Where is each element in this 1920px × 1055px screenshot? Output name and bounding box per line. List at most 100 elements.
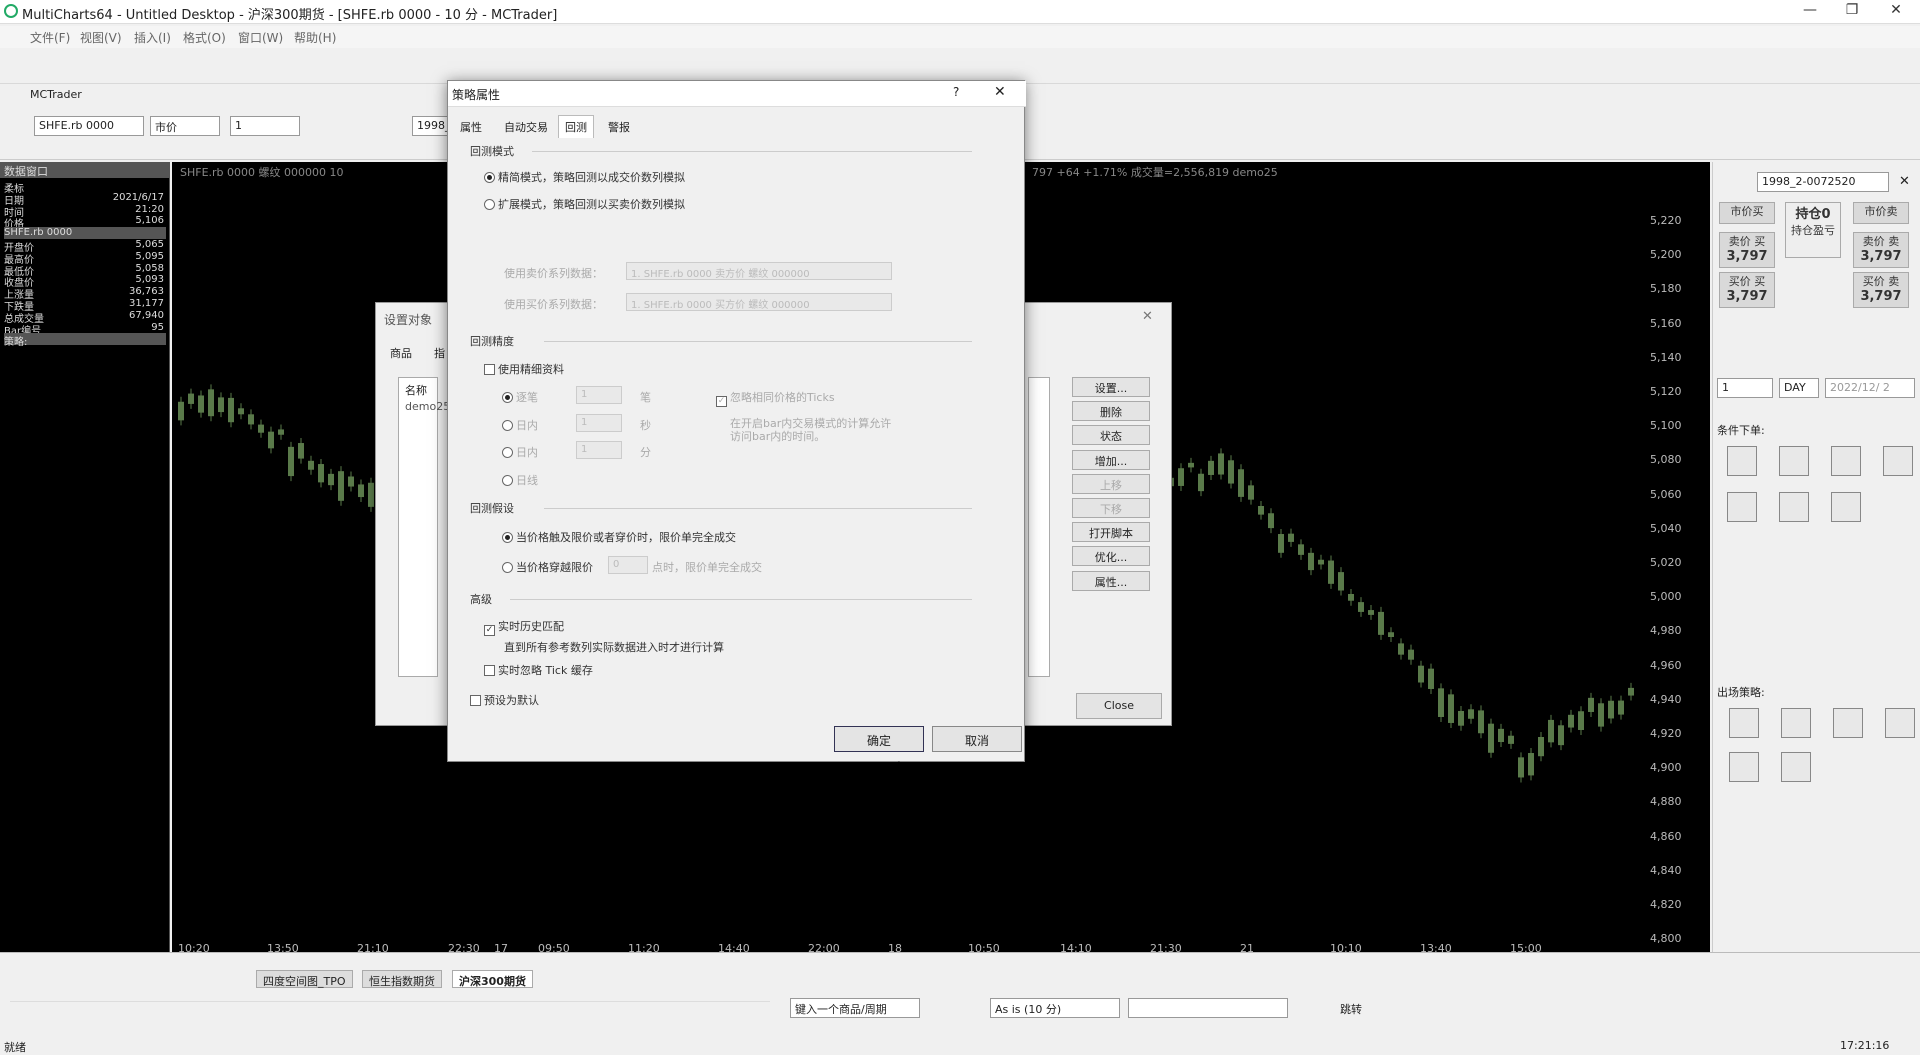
sell-sell-button[interactable]: 卖价 卖 3,797 [1853,232,1909,268]
dialog-close-icon[interactable]: ✕ [994,84,1006,100]
mode-extended-radio[interactable]: 扩展模式，策略回测以买卖价数列模拟 [484,196,685,212]
menu-file[interactable]: 文件(F) [30,29,70,46]
close-window-button[interactable]: ✕ [1876,2,1916,22]
menu-insert[interactable]: 插入(I) [134,29,171,46]
jump-button[interactable]: 跳转 [1340,1001,1362,1017]
precision-intraday-min-radio[interactable]: 日内 [502,444,538,460]
cross-points-field[interactable]: 0 [608,556,648,574]
quantity-field[interactable]: 1 [230,116,300,136]
data-row-value: 36,763 [129,286,164,298]
list-item[interactable]: demo25 [405,400,450,413]
breakout-order-icon[interactable] [1883,446,1913,476]
limit-order-icon[interactable] [1779,446,1809,476]
buy-sell-button[interactable]: 买价 卖 3,797 [1853,272,1909,308]
data-row-value: 95 [151,321,164,333]
price-label: 5,180 [1650,282,1682,296]
tab-properties[interactable]: 属性 [460,119,482,135]
close-panel-icon[interactable]: ✕ [1899,174,1910,189]
maximize-button[interactable]: ❐ [1832,2,1872,22]
menu-help[interactable]: 帮助(H) [294,29,336,46]
ask-series-field[interactable]: 1. SHFE.rb 0000 卖方价 螺纹 000000 [626,262,892,280]
menu-window[interactable]: 窗口(W) [238,29,283,46]
title-bar: MultiCharts64 - Untitled Desktop - 沪深300… [0,0,1920,24]
realtime-history-match-checkbox[interactable]: ✓ 实时历史匹配 [484,618,564,636]
if-touched-order-icon[interactable] [1779,492,1809,522]
fill-on-cross-radio[interactable]: 当价格穿越限价 [502,559,593,575]
stop-order-icon[interactable] [1727,446,1757,476]
data-row-value: 5,065 [135,239,164,250]
menu-view[interactable]: 视图(V) [80,29,122,46]
tab-alerts[interactable]: 警报 [608,119,630,135]
minimize-button[interactable]: — [1790,2,1830,22]
buy-buy-button[interactable]: 买价 买 3,797 [1719,272,1775,308]
data-row: 策略: [4,333,166,348]
fill-on-touch-radio[interactable]: 当价格触及限价或者穿价时，限价单完全成交 [502,529,736,545]
strategy-list[interactable]: 名称 demo25 [398,377,450,677]
market-sell-button[interactable]: 市价卖 [1853,202,1909,224]
tick-count[interactable]: 1 [576,386,622,404]
sec-count[interactable]: 1 [576,414,622,432]
workspace-tab-hsi[interactable]: 恒生指数期货 [362,970,442,988]
stop-limit-order-icon[interactable] [1831,446,1861,476]
setup-button[interactable]: 下移 [1072,498,1150,518]
order-type-select[interactable]: 市价 [150,116,220,136]
setup-button[interactable]: 打开脚本 [1072,522,1150,543]
setup-close-icon[interactable]: ✕ [1142,309,1153,324]
cancel-button[interactable]: 取消 [932,726,1022,752]
setup-button[interactable]: 上移 [1072,473,1150,494]
oco-order-icon[interactable] [1831,492,1861,522]
precision-tick-radio[interactable]: 逐笔 [502,389,538,405]
market-buy-button[interactable]: 市价买 [1719,202,1775,224]
tab-backtesting[interactable]: 回测 [558,115,594,138]
resolution-select[interactable]: As is (10 分) [990,998,1120,1018]
tif-select[interactable]: DAY [1779,378,1819,398]
date-field[interactable]: 2022/12/ 2 [1825,378,1915,398]
price-label: 5,160 [1650,316,1682,330]
symbol-field[interactable]: SHFE.rb 0000 [34,116,144,136]
help-icon[interactable]: ? [953,85,959,99]
sell-buy-button[interactable]: 卖价 买 3,797 [1719,232,1775,268]
account-field[interactable]: 1998_ [412,116,452,136]
fade-order-icon[interactable] [1727,492,1757,522]
use-precise-checkbox[interactable]: 使用精细资料 [484,361,564,377]
status-text: 就绪 [4,1041,26,1054]
price-label: 5,000 [1650,590,1682,604]
ignore-tick-cache-checkbox[interactable]: 实时忽略 Tick 缓存 [484,662,593,678]
panel-qty-field[interactable]: 1 [1717,378,1773,398]
account-select[interactable]: 1998_2-0072520 [1757,172,1889,192]
setup-tab-indicator[interactable]: 指 [434,345,445,361]
ok-button[interactable]: 确定 [834,726,924,752]
setup-button[interactable]: 属性... [1072,570,1150,591]
setup-tab-instrument[interactable]: 商品 [390,345,412,361]
exit-custom-icon[interactable] [1729,752,1759,782]
setup-close-button[interactable]: Close [1076,693,1162,719]
exit-breakeven-icon[interactable] [1885,708,1915,738]
exit-target-icon[interactable] [1781,708,1811,738]
tab-auto-trading[interactable]: 自动交易 [504,119,548,135]
list-right-edge [1028,377,1050,677]
price-label: 5,020 [1650,556,1682,569]
setup-button[interactable]: 优化... [1072,546,1150,567]
workspace-tab-csi300[interactable]: 沪深300期货 [452,970,533,988]
exit-stop-icon[interactable] [1729,708,1759,738]
setup-button[interactable]: 设置... [1072,377,1150,397]
precision-daily-radio[interactable]: 日线 [502,472,538,488]
setup-button[interactable]: 删除 [1072,401,1150,422]
exit-bracket-icon[interactable] [1781,752,1811,782]
exit-trailing-icon[interactable] [1833,708,1863,738]
menu-format[interactable]: 格式(O) [183,29,226,46]
bid-series-field[interactable]: 1. SHFE.rb 0000 买方价 螺纹 000000 [626,293,892,311]
chart-tab[interactable]: MCTrader [30,88,82,101]
set-default-checkbox[interactable]: 预设为默认 [470,692,539,708]
precision-intraday-sec-radio[interactable]: 日内 [502,417,538,433]
jump-date-field[interactable] [1128,998,1288,1018]
section-precision: 回测精度 [470,335,514,348]
mode-simple-radio[interactable]: 精简模式，策略回测以成交价数列模拟 [484,169,685,185]
ignore-same-ticks-checkbox[interactable]: ✓ 忽略相同价格的Ticks [716,389,835,407]
min-count[interactable]: 1 [576,441,622,459]
setup-button[interactable]: 状态 [1072,425,1150,446]
symbol-entry[interactable]: 键入一个商品/周期 [790,998,920,1018]
setup-button[interactable]: 增加... [1072,449,1150,470]
workspace-tab-tpo[interactable]: 四度空间图_TPO [256,970,353,988]
strategy-properties-dialog: 策略属性 ? ✕ 属性 自动交易 回测 警报 回测模式 精简模式，策略回测以成交… [447,80,1026,762]
